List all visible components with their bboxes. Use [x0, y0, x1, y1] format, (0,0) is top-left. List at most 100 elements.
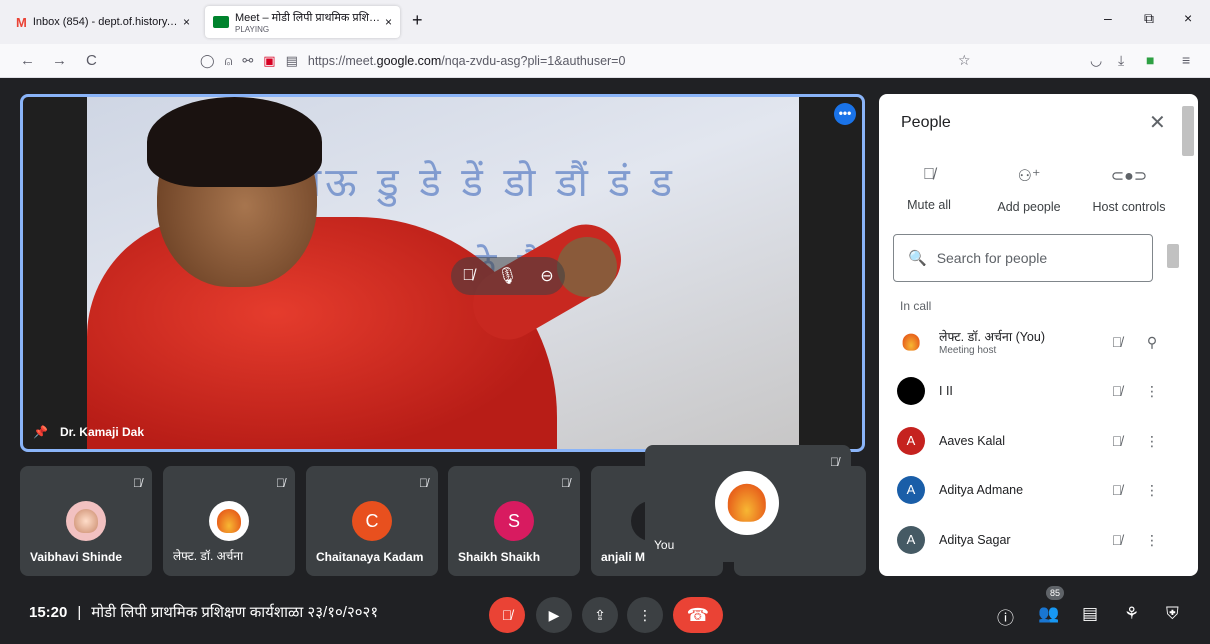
- activities-icon[interactable]: ⚘: [1124, 604, 1139, 624]
- tab-close-icon[interactable]: ×: [183, 15, 190, 29]
- more-vert-icon: ⋮: [638, 607, 652, 623]
- tab-title: Meet – मोडी लिपी प्राथमिक प्रशिक्षण: [235, 12, 381, 24]
- list-scrollbar[interactable]: [1167, 244, 1179, 268]
- chat-icon[interactable]: ▤: [1082, 604, 1098, 624]
- mic-off-icon: 🎙̸: [561, 476, 570, 490]
- action-label: Mute all: [907, 198, 951, 212]
- people-icon[interactable]: 👥: [1038, 604, 1059, 624]
- mic-icon[interactable]: 🎙: [497, 266, 517, 286]
- separator: |: [77, 603, 82, 621]
- participant-list-item[interactable]: लेफ्ट. डॉ. अर्चना (You) Meeting host 🎙̸ …: [897, 322, 1167, 362]
- more-vert-icon[interactable]: ⋮: [1137, 532, 1167, 549]
- host-controls-icon[interactable]: ⛨: [1166, 604, 1179, 624]
- participant-name: लेफ्ट. डॉ. अर्चना (You): [939, 330, 1045, 344]
- new-tab-button[interactable]: +: [412, 10, 423, 31]
- pin-icon[interactable]: ⚲: [1137, 334, 1167, 351]
- more-vert-icon[interactable]: ⋮: [1137, 433, 1167, 450]
- avatar: [897, 328, 925, 356]
- close-icon[interactable]: ✕: [1149, 110, 1166, 135]
- back-icon[interactable]: ←: [20, 52, 35, 69]
- avatar: [209, 501, 249, 541]
- mic-off-icon[interactable]: 🎙̸: [1097, 532, 1137, 548]
- participant-list-item[interactable]: A Aditya Admane 🎙̸ ⋮: [897, 470, 1167, 510]
- main-stage-tile[interactable]: ाऊ डु डे डें डो डौं डं ड छ घा ढी घु छे छ…: [20, 94, 865, 452]
- camera-icon: ▶: [548, 607, 560, 623]
- url-text: https://meet.google.com/nqa-zvdu-asg?pli…: [307, 54, 626, 68]
- url-bar[interactable]: ◯ ⍝ ⚯ ▣ ▤ https://meet.google.com/nqa-zv…: [200, 48, 990, 74]
- mute-all-button[interactable]: 🎙̸ Mute all: [879, 166, 979, 214]
- action-label: Add people: [997, 200, 1061, 214]
- participant-tile[interactable]: 🎙̸ C Chaitanaya Kadam: [306, 466, 438, 576]
- info-icon[interactable]: ⓘ: [997, 604, 1014, 629]
- pin-icon[interactable]: 📌: [33, 425, 48, 439]
- download-icon[interactable]: ⤓: [1118, 52, 1124, 69]
- hang-up-icon: ☎: [686, 605, 710, 625]
- mic-toggle-button[interactable]: 🎙̸: [489, 597, 525, 633]
- leave-call-button[interactable]: ☎: [673, 597, 723, 633]
- minimize-icon[interactable]: –: [1104, 10, 1112, 26]
- mic-off-icon[interactable]: 🎙̸: [1097, 383, 1137, 399]
- mic-off-icon[interactable]: 🎙̸: [1097, 482, 1137, 498]
- tab-gmail-inbox[interactable]: M Inbox (854) - dept.of.history.rsm ×: [8, 6, 198, 38]
- avatar: A: [897, 476, 925, 504]
- more-vert-icon[interactable]: ⋮: [1137, 383, 1167, 400]
- present-button[interactable]: ⇪: [582, 597, 618, 633]
- mic-off-icon[interactable]: 🎙̸: [1097, 433, 1137, 449]
- participant-tile[interactable]: 🎙̸ लेफ्ट. डॉ. अर्चना: [163, 466, 295, 576]
- host-controls-button[interactable]: ⊂●⊃ Host controls: [1079, 166, 1179, 214]
- tab-meet[interactable]: Meet – मोडी लिपी प्राथमिक प्रशिक्षण PLAY…: [205, 6, 400, 38]
- search-people-input[interactable]: 🔍 Search for people: [893, 234, 1153, 282]
- menu-icon[interactable]: ≡: [1182, 52, 1190, 68]
- participant-name: I II: [939, 384, 953, 398]
- reload-icon[interactable]: C: [86, 52, 97, 69]
- pocket-icon[interactable]: ◡: [1090, 52, 1102, 69]
- tab-title-wrap: Meet – मोडी लिपी प्राथमिक प्रशिक्षण PLAY…: [235, 10, 381, 34]
- more-options-button[interactable]: ⋮: [627, 597, 663, 633]
- bookmark-star-icon[interactable]: ☆: [958, 52, 971, 69]
- mic-off-icon: 🎙̸: [133, 476, 142, 490]
- tile-hover-controls: 🎙̸ 🎙 ⊖: [451, 257, 565, 295]
- in-call-label: In call: [900, 299, 932, 313]
- panel-title: People: [901, 114, 951, 131]
- forward-icon[interactable]: →: [52, 52, 67, 69]
- participant-list-item[interactable]: A Aaves Kalal 🎙̸ ⋮: [897, 421, 1167, 461]
- participant-list-item[interactable]: A Aditya Sagar 🎙̸ ⋮: [897, 520, 1167, 560]
- search-placeholder: Search for people: [936, 250, 1048, 266]
- participant-tile[interactable]: 🎙̸ Vaibhavi Shinde: [20, 466, 152, 576]
- self-view-tile[interactable]: 🎙̸ You: [645, 445, 851, 562]
- more-vert-icon[interactable]: ⋮: [1137, 482, 1167, 499]
- participant-name: Aaves Kalal: [939, 434, 1006, 448]
- participant-name: Aditya Admane: [939, 483, 1024, 497]
- speaker-label: 📌 Dr. Kamaji Dak: [33, 425, 144, 439]
- mic-off-icon[interactable]: 🎙̸: [462, 267, 474, 285]
- browser-nav-bar: ← → C ◯ ⍝ ⚯ ▣ ▤ https://meet.google.com/…: [0, 44, 1210, 78]
- shield-icon: ◯: [200, 53, 215, 68]
- remove-icon[interactable]: ⊖: [540, 266, 553, 286]
- tab-close-icon[interactable]: ×: [385, 15, 392, 29]
- avatar: A: [897, 427, 925, 455]
- window-close-icon[interactable]: ×: [1184, 10, 1192, 26]
- mic-off-icon[interactable]: 🎙̸: [1097, 334, 1137, 350]
- add-people-button[interactable]: ⚇⁺ Add people: [979, 166, 1079, 214]
- more-options-icon[interactable]: •••: [834, 103, 856, 125]
- meeting-info: 15:20 | मोडी लिपी प्राथमिक प्रशिक्षण कार…: [29, 602, 378, 622]
- panel-scrollbar[interactable]: [1182, 106, 1194, 156]
- participant-list-item[interactable]: I II 🎙̸ ⋮: [897, 371, 1167, 411]
- participant-role: Meeting host: [939, 345, 997, 356]
- speaker-hair: [147, 97, 322, 187]
- participant-name: Shaikh Shaikh: [458, 550, 541, 564]
- people-panel: People ✕ 🎙̸ Mute all ⚇⁺ Add people ⊂●⊃ H…: [879, 94, 1198, 576]
- maximize-icon[interactable]: ⧉: [1144, 10, 1154, 27]
- meeting-time: 15:20: [29, 603, 68, 621]
- gmail-icon: M: [16, 14, 27, 30]
- meet-icon: [213, 16, 229, 28]
- speaker-video: ाऊ डु डे डें डो डौं डं ड छ घा ढी घु छे छ…: [87, 97, 799, 449]
- camera-toggle-button[interactable]: ▶: [536, 597, 572, 633]
- mic-off-icon: 🎙̸: [830, 455, 839, 469]
- tab-playing-label: PLAYING: [235, 25, 270, 34]
- action-label: Host controls: [1092, 200, 1166, 214]
- present-icon: ⇪: [594, 607, 606, 623]
- extension-icon[interactable]: ■: [1146, 52, 1154, 68]
- self-avatar: [715, 471, 779, 535]
- participant-tile[interactable]: 🎙̸ S Shaikh Shaikh: [448, 466, 580, 576]
